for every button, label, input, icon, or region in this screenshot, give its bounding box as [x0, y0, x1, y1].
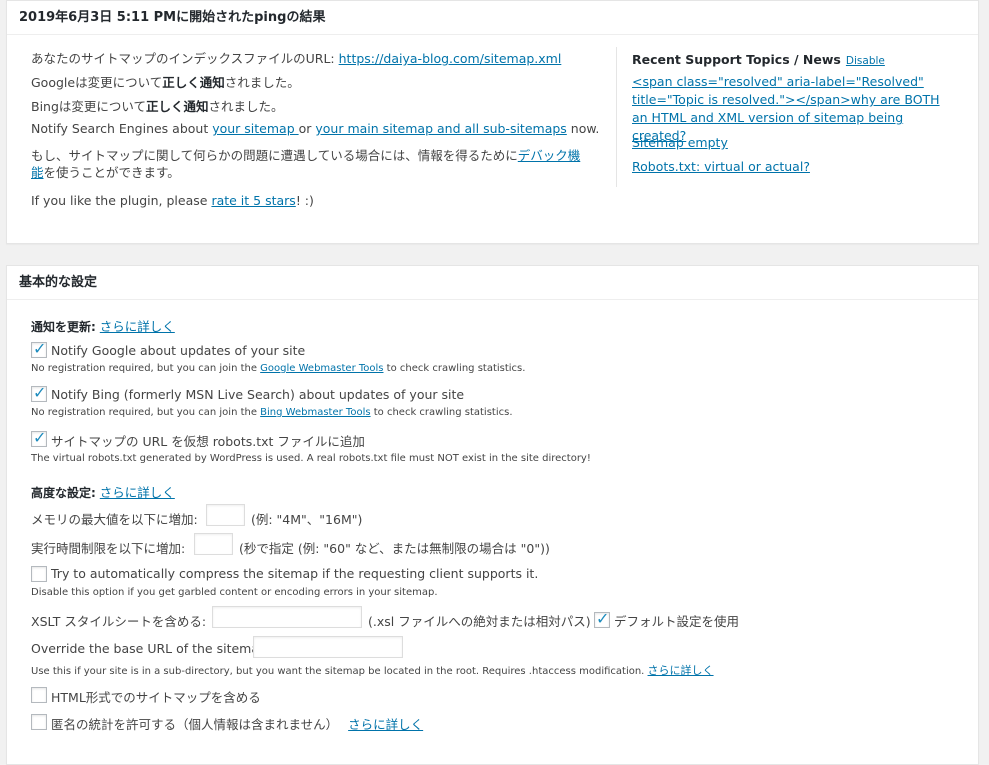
- compress-label: Try to automatically compress the sitema…: [51, 566, 539, 581]
- anonymous-stats-checkbox[interactable]: [31, 714, 47, 730]
- support-topics-title: Recent Support Topics / News: [632, 52, 841, 67]
- ping-results-title: 2019年6月3日 5:11 PMに開始されたpingの結果: [7, 1, 978, 35]
- robots-txt-label: サイトマップの URL を仮想 robots.txt ファイルに追加: [51, 434, 365, 449]
- notify-more-link[interactable]: さらに詳しく: [100, 319, 175, 334]
- rate-5-stars-link[interactable]: rate it 5 stars: [211, 193, 295, 208]
- html-sitemap-checkbox[interactable]: [31, 687, 47, 703]
- all-sub-sitemaps-link[interactable]: your main sitemap and all sub-sitemaps: [315, 121, 566, 136]
- debug-line-2: 能を使うことができます。: [31, 165, 180, 180]
- memory-example: (例: "4M"、"16M"): [251, 512, 363, 527]
- basic-settings-title: 基本的な設定: [7, 266, 978, 300]
- notify-bing-label: Notify Bing (formerly MSN Live Search) a…: [51, 387, 465, 402]
- support-topic-3-link[interactable]: Robots.txt: virtual or actual?: [632, 158, 942, 176]
- base-url-input[interactable]: [253, 636, 403, 658]
- xslt-default-label: デフォルト設定を使用: [614, 614, 740, 629]
- time-limit-example: (秒で指定 (例: "60" など、または無制限の場合は "0")): [239, 541, 550, 556]
- time-limit-input[interactable]: [194, 533, 233, 555]
- sitemap-url-line: あなたのサイトマップのインデックスファイルのURL: https://daiya…: [31, 51, 562, 66]
- support-topics-disable-link[interactable]: Disable: [846, 55, 885, 67]
- memory-label: メモリの最大値を以下に増加:: [31, 512, 198, 527]
- xslt-input[interactable]: [212, 606, 362, 628]
- compress-help: Disable this option if you get garbled c…: [31, 587, 438, 598]
- notify-search-engines-line: Notify Search Engines about your sitemap…: [31, 121, 600, 136]
- google-notified-line: Googleは変更について正しく通知されました。: [31, 75, 300, 90]
- checkmark-icon: ✓: [33, 383, 47, 402]
- debug-link-continued[interactable]: 能: [31, 165, 44, 180]
- checkmark-icon: ✓: [33, 428, 47, 447]
- basic-settings-panel: 基本的な設定 通知を更新: さらに詳しく ✓ Notify Google abo…: [6, 265, 979, 765]
- sitemap-url-link[interactable]: https://daiya-blog.com/sitemap.xml: [339, 51, 562, 66]
- robots-txt-checkbox[interactable]: ✓: [31, 428, 47, 447]
- debug-link[interactable]: デバック機: [518, 148, 581, 163]
- advanced-section-label: 高度な設定: さらに詳しく: [31, 485, 175, 500]
- bing-webmaster-tools-link[interactable]: Bing Webmaster Tools: [260, 407, 370, 418]
- notify-google-checkbox[interactable]: ✓: [31, 339, 47, 358]
- notify-google-label: Notify Google about updates of your site: [51, 343, 306, 358]
- xslt-label: XSLT スタイルシートを含める:: [31, 614, 207, 629]
- notify-section-label: 通知を更新: さらに詳しく: [31, 319, 175, 334]
- xslt-hint: (.xsl ファイルへの絶対または相対パス): [368, 614, 591, 629]
- robots-txt-help: The virtual robots.txt generated by Word…: [31, 453, 591, 464]
- anonymous-stats-more-link[interactable]: さらに詳しく: [348, 717, 423, 732]
- support-topic-2-link[interactable]: Sitemap empty: [632, 134, 942, 152]
- compress-checkbox[interactable]: [31, 566, 47, 582]
- xslt-default-checkbox[interactable]: ✓: [594, 609, 610, 628]
- base-url-help: Use this if your site is in a sub-direct…: [31, 664, 714, 677]
- html-sitemap-label: HTML形式でのサイトマップを含める: [51, 690, 261, 705]
- bing-notified-line: Bingは変更について正しく通知されました。: [31, 99, 284, 114]
- column-divider: [616, 47, 617, 187]
- checkmark-icon: ✓: [596, 609, 610, 628]
- your-sitemap-link[interactable]: your sitemap: [212, 121, 298, 136]
- base-url-more-link[interactable]: さらに詳しく: [648, 664, 714, 677]
- base-url-label: Override the base URL of the sitemap:: [31, 641, 272, 656]
- notify-google-help: No registration required, but you can jo…: [31, 363, 526, 374]
- checkmark-icon: ✓: [33, 339, 47, 358]
- anonymous-stats-label: 匿名の統計を許可する（個人情報は含まれません） さらに詳しく: [51, 717, 424, 732]
- notify-bing-checkbox[interactable]: ✓: [31, 383, 47, 402]
- support-topics-header: Recent Support Topics / News Disable: [632, 49, 885, 68]
- google-webmaster-tools-link[interactable]: Google Webmaster Tools: [260, 363, 383, 374]
- ping-results-panel: 2019年6月3日 5:11 PMに開始されたpingの結果 あなたのサイトマッ…: [6, 0, 979, 244]
- time-limit-label: 実行時間制限を以下に増加:: [31, 541, 186, 556]
- notify-bing-help: No registration required, but you can jo…: [31, 407, 513, 418]
- memory-input[interactable]: [206, 504, 245, 526]
- advanced-more-link[interactable]: さらに詳しく: [100, 485, 175, 500]
- rate-plugin-line: If you like the plugin, please rate it 5…: [31, 193, 314, 208]
